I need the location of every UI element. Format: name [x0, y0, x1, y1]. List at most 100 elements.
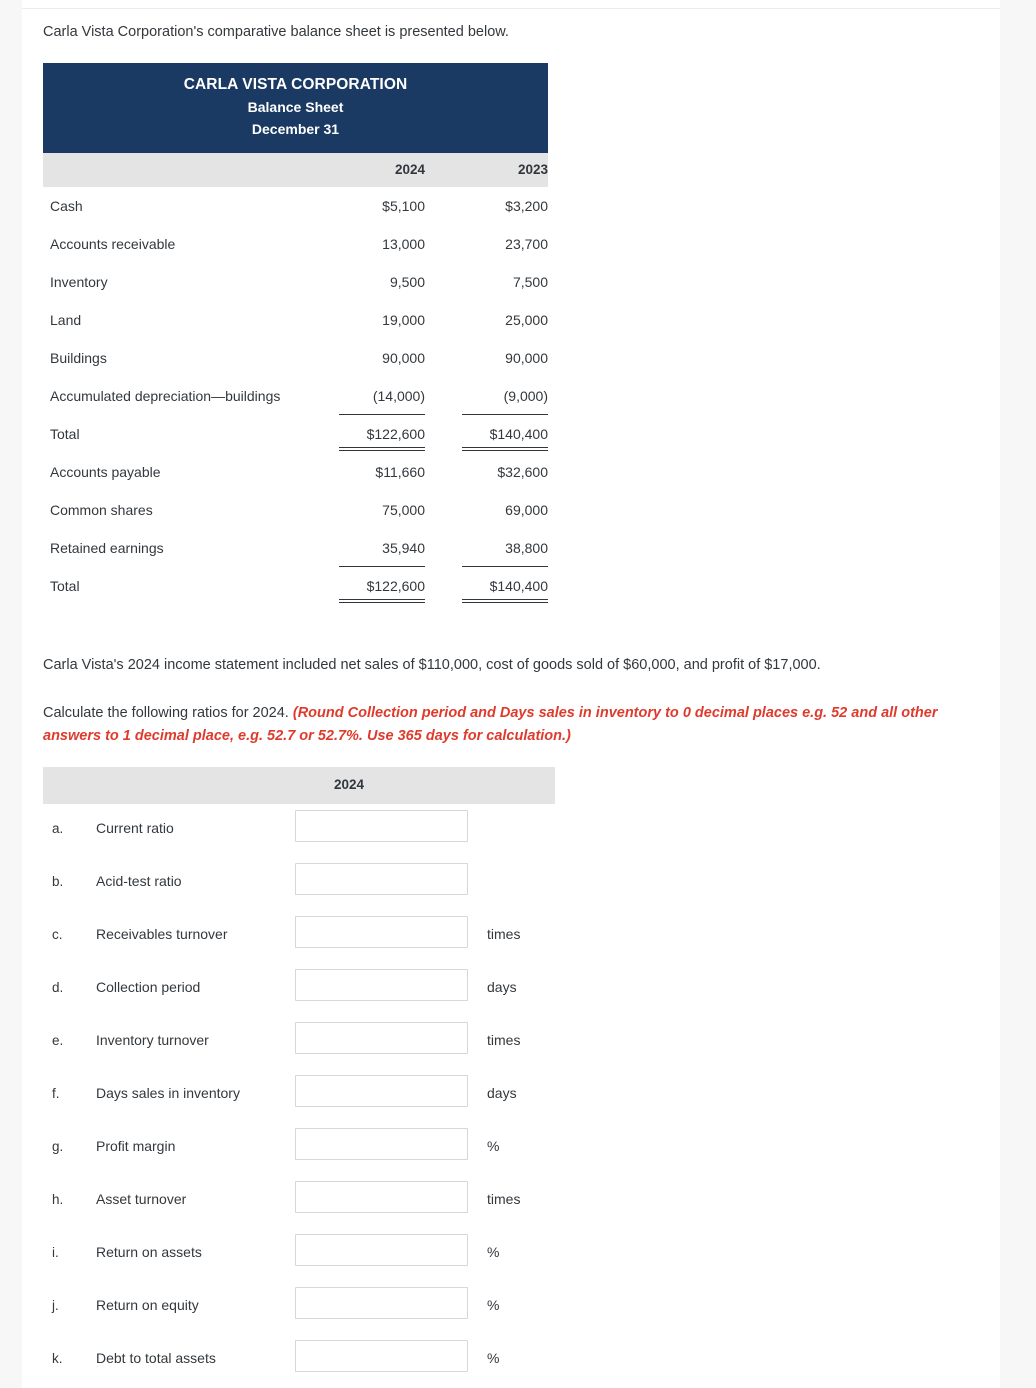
table-row: Cash $5,100 $3,200	[43, 187, 548, 225]
row-value-2024: $122,600	[366, 426, 425, 442]
return-on-assets-input[interactable]	[295, 1234, 468, 1266]
row-value-2024: (14,000)	[372, 388, 425, 404]
days-sales-in-inventory-input[interactable]	[295, 1075, 468, 1107]
row-value-2023: $140,400	[489, 426, 548, 442]
unit-label: days	[487, 979, 517, 995]
item-letter: e.	[52, 1033, 64, 1048]
ratio-label: Receivables turnover	[96, 926, 228, 942]
ratios-header-2024: 2024	[333, 777, 365, 792]
ratio-label: Collection period	[96, 979, 201, 995]
item-letter: g.	[52, 1139, 64, 1154]
row-value-2023: $32,600	[497, 464, 548, 480]
table-row: Common shares 75,000 69,000	[43, 491, 548, 529]
debt-to-total-assets-input[interactable]	[295, 1340, 468, 1372]
profit-margin-input[interactable]	[295, 1128, 468, 1160]
table-row: Accumulated depreciation—buildings (14,0…	[43, 377, 548, 415]
total-double-rule-2023	[462, 599, 548, 603]
unit-label: times	[487, 1032, 521, 1048]
column-header-2024: 2024	[394, 162, 425, 177]
ratio-label: Debt to total assets	[96, 1350, 216, 1366]
row-value-2024: $122,600	[366, 578, 425, 594]
row-value-2023: 69,000	[505, 502, 548, 518]
row-label: Total	[50, 426, 80, 442]
row-label: Accumulated depreciation—buildings	[50, 388, 281, 404]
statement-date: December 31	[251, 121, 340, 137]
row-value-2023: 90,000	[505, 350, 548, 366]
intro-paragraph: Carla Vista Corporation's comparative ba…	[43, 24, 509, 40]
balance-sheet-table: CARLA VISTA CORPORATION Balance Sheet De…	[43, 63, 548, 605]
table-row: Total $122,600 $140,400	[43, 415, 548, 453]
item-letter: c.	[52, 927, 63, 942]
unit-label: days	[487, 1085, 517, 1101]
item-letter: f.	[52, 1086, 60, 1101]
list-item: h. Asset turnover times	[43, 1175, 555, 1228]
asset-turnover-input[interactable]	[295, 1181, 468, 1213]
list-item: g. Profit margin %	[43, 1122, 555, 1175]
table-row: Retained earnings 35,940 38,800	[43, 529, 548, 567]
worksheet-card: Carla Vista Corporation's comparative ba…	[22, 0, 1000, 1388]
list-item: d. Collection period days	[43, 963, 555, 1016]
return-on-equity-input[interactable]	[295, 1287, 468, 1319]
collection-period-input[interactable]	[295, 969, 468, 1001]
ratios-column-header: 2024	[43, 767, 555, 804]
row-label: Cash	[50, 198, 83, 214]
table-row: Buildings 90,000 90,000	[43, 339, 548, 377]
row-value-2024: $11,660	[375, 464, 425, 480]
list-item: c. Receivables turnover times	[43, 910, 555, 963]
row-value-2024: 9,500	[389, 274, 425, 290]
list-item: i. Return on assets %	[43, 1228, 555, 1281]
item-letter: i.	[52, 1245, 59, 1260]
total-double-rule-2023	[462, 447, 548, 451]
ratio-label: Return on assets	[96, 1244, 202, 1260]
instruction-lead: Calculate the following ratios for 2024.	[43, 705, 293, 721]
unit-label: times	[487, 1191, 521, 1207]
row-value-2024: 90,000	[382, 350, 425, 366]
balance-sheet-title-block: CARLA VISTA CORPORATION Balance Sheet De…	[43, 63, 548, 153]
unit-label: %	[487, 1350, 500, 1366]
ratio-label: Return on equity	[96, 1297, 199, 1313]
row-label: Total	[50, 578, 80, 594]
row-value-2024: 75,000	[382, 502, 425, 518]
acid-test-ratio-input[interactable]	[295, 863, 468, 895]
row-value-2024: 19,000	[382, 312, 425, 328]
row-value-2023: (9,000)	[503, 388, 548, 404]
inventory-turnover-input[interactable]	[295, 1022, 468, 1054]
ratio-label: Asset turnover	[96, 1191, 187, 1207]
list-item: e. Inventory turnover times	[43, 1016, 555, 1069]
row-value-2023: 38,800	[505, 540, 548, 556]
ratios-table: 2024 a. Current ratio b. Acid-test ratio…	[43, 767, 555, 1387]
row-label: Accounts receivable	[50, 236, 176, 252]
receivables-turnover-input[interactable]	[295, 916, 468, 948]
row-value-2024: 35,940	[382, 540, 425, 556]
table-row: Total $122,600 $140,400	[43, 567, 548, 605]
item-letter: b.	[52, 874, 64, 889]
row-value-2024: 13,000	[382, 236, 425, 252]
list-item: f. Days sales in inventory days	[43, 1069, 555, 1122]
row-value-2023: 25,000	[505, 312, 548, 328]
statement-name: Balance Sheet	[247, 99, 344, 115]
item-letter: h.	[52, 1192, 64, 1207]
ratio-label: Profit margin	[96, 1138, 176, 1154]
list-item: j. Return on equity %	[43, 1281, 555, 1334]
table-row: Inventory 9,500 7,500	[43, 263, 548, 301]
top-divider	[22, 8, 1000, 9]
item-letter: a.	[52, 821, 64, 836]
ratio-label: Inventory turnover	[96, 1032, 209, 1048]
column-header-2023: 2023	[517, 162, 548, 177]
balance-sheet-column-header: 2024 2023	[43, 153, 548, 187]
income-statement-paragraph: Carla Vista's 2024 income statement incl…	[43, 657, 821, 673]
item-letter: k.	[52, 1351, 63, 1366]
unit-label: %	[487, 1138, 500, 1154]
total-double-rule-2024	[339, 447, 425, 451]
total-double-rule-2024	[339, 599, 425, 603]
item-letter: d.	[52, 980, 64, 995]
list-item: a. Current ratio	[43, 804, 555, 857]
current-ratio-input[interactable]	[295, 810, 468, 842]
row-value-2024: $5,100	[382, 198, 425, 214]
row-value-2023: $3,200	[505, 198, 548, 214]
ratio-label: Current ratio	[96, 820, 174, 836]
ratio-label: Days sales in inventory	[96, 1085, 240, 1101]
unit-label: %	[487, 1297, 500, 1313]
table-row: Accounts payable $11,660 $32,600	[43, 453, 548, 491]
table-row: Land 19,000 25,000	[43, 301, 548, 339]
